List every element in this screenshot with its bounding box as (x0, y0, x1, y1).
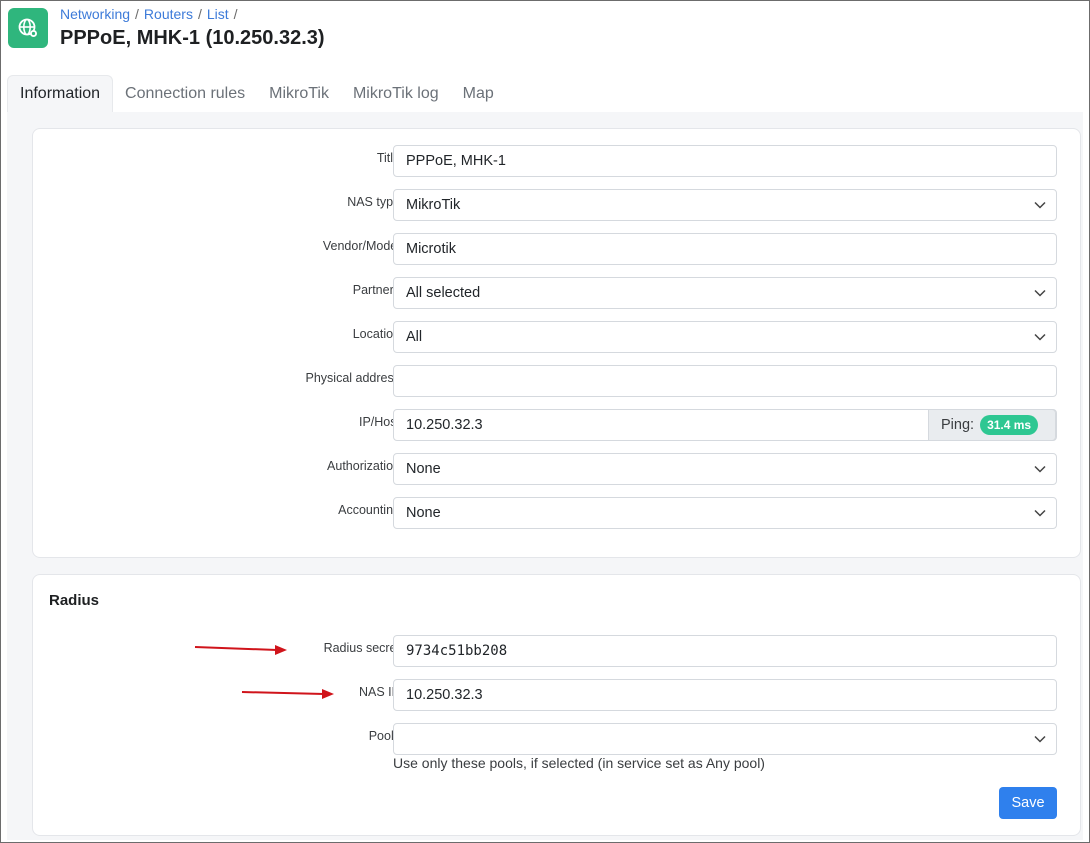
vendor-model-row: Vendor/Model Microtik (33, 233, 1080, 265)
nas-type-row: NAS type MikroTik (33, 189, 1080, 221)
radius-secret-label: Radius secret (323, 641, 400, 655)
tab-bar: Information Connection rules MikroTik Mi… (7, 75, 1083, 112)
location-value: All (406, 329, 423, 345)
title-row: Title PPPoE, MHK-1 (33, 145, 1080, 177)
pools-row: Pools (33, 723, 1080, 755)
tab-connection-rules[interactable]: Connection rules (113, 75, 257, 112)
nas-type-value: MikroTik (406, 197, 461, 213)
accounting-row: Accounting None (33, 497, 1080, 529)
chevron-down-icon (1034, 333, 1046, 341)
red-arrow-nas-ip (241, 689, 334, 699)
globe-network-icon (8, 8, 48, 48)
tab-mikrotik[interactable]: MikroTik (257, 75, 341, 112)
authorization-select[interactable]: None (393, 453, 1057, 485)
tab-mikrotik-log[interactable]: MikroTik log (341, 75, 451, 112)
partners-select[interactable]: All selected (393, 277, 1057, 309)
chevron-down-icon (1034, 509, 1046, 517)
tab-map[interactable]: Map (451, 75, 506, 112)
radius-card: Radius Radius secret 9734c51bb208 NAS IP… (32, 574, 1081, 836)
breadcrumb: Networking / Routers / List / (60, 6, 238, 22)
breadcrumb-networking[interactable]: Networking (60, 6, 130, 22)
radius-section-title: Radius (49, 592, 100, 609)
location-select[interactable]: All (393, 321, 1057, 353)
radius-secret-input[interactable]: 9734c51bb208 (393, 635, 1057, 667)
authorization-label: Authorization (327, 459, 400, 473)
chevron-down-icon (1034, 735, 1046, 743)
nas-type-select[interactable]: MikroTik (393, 189, 1057, 221)
chevron-down-icon (1034, 289, 1046, 297)
ping-badge: 31.4 ms (980, 415, 1039, 435)
breadcrumb-list[interactable]: List (207, 6, 229, 22)
vendor-model-label: Vendor/Model (322, 239, 400, 253)
window-frame: Networking / Routers / List / PPPoE, MHK-1 (1… (0, 0, 1090, 843)
nas-ip-input[interactable]: 10.250.32.3 (393, 679, 1057, 711)
nas-ip-row: NAS IP 10.250.32.3 (33, 679, 1080, 711)
accounting-label: Accounting (338, 503, 400, 517)
location-row: Location All (33, 321, 1080, 353)
red-arrow-radius-secret (194, 645, 287, 655)
authorization-row: Authorization None (33, 453, 1080, 485)
authorization-value: None (406, 461, 441, 477)
save-button[interactable]: Save (999, 787, 1057, 819)
breadcrumb-routers[interactable]: Routers (144, 6, 193, 22)
ip-host-input[interactable]: 10.250.32.3 Ping: 31.4 ms (393, 409, 1057, 441)
pools-help-text: Use only these pools, if selected (in se… (393, 755, 765, 771)
physical-address-row: Physical address (33, 365, 1080, 397)
accounting-value: None (406, 505, 441, 521)
physical-address-label: Physical address (305, 371, 401, 385)
accounting-select[interactable]: None (393, 497, 1057, 529)
partners-value: All selected (406, 285, 481, 301)
vendor-model-input[interactable]: Microtik (393, 233, 1057, 265)
page-title: PPPoE, MHK-1 (10.250.32.3) (60, 27, 325, 49)
ping-addon: Ping: 31.4 ms (928, 409, 1056, 441)
ip-host-value: 10.250.32.3 (406, 417, 483, 433)
chevron-down-icon (1034, 465, 1046, 473)
ping-label: Ping: (941, 417, 975, 433)
partners-row: Partners All selected (33, 277, 1080, 309)
chevron-down-icon (1034, 201, 1046, 209)
tab-information[interactable]: Information (7, 75, 114, 112)
ip-host-row: IP/Host 10.250.32.3 Ping: 31.4 ms (33, 409, 1080, 441)
physical-address-input[interactable] (393, 365, 1057, 397)
information-card: Title PPPoE, MHK-1 NAS type MikroTik Ven… (32, 128, 1081, 558)
title-input[interactable]: PPPoE, MHK-1 (393, 145, 1057, 177)
pools-select[interactable] (393, 723, 1057, 755)
